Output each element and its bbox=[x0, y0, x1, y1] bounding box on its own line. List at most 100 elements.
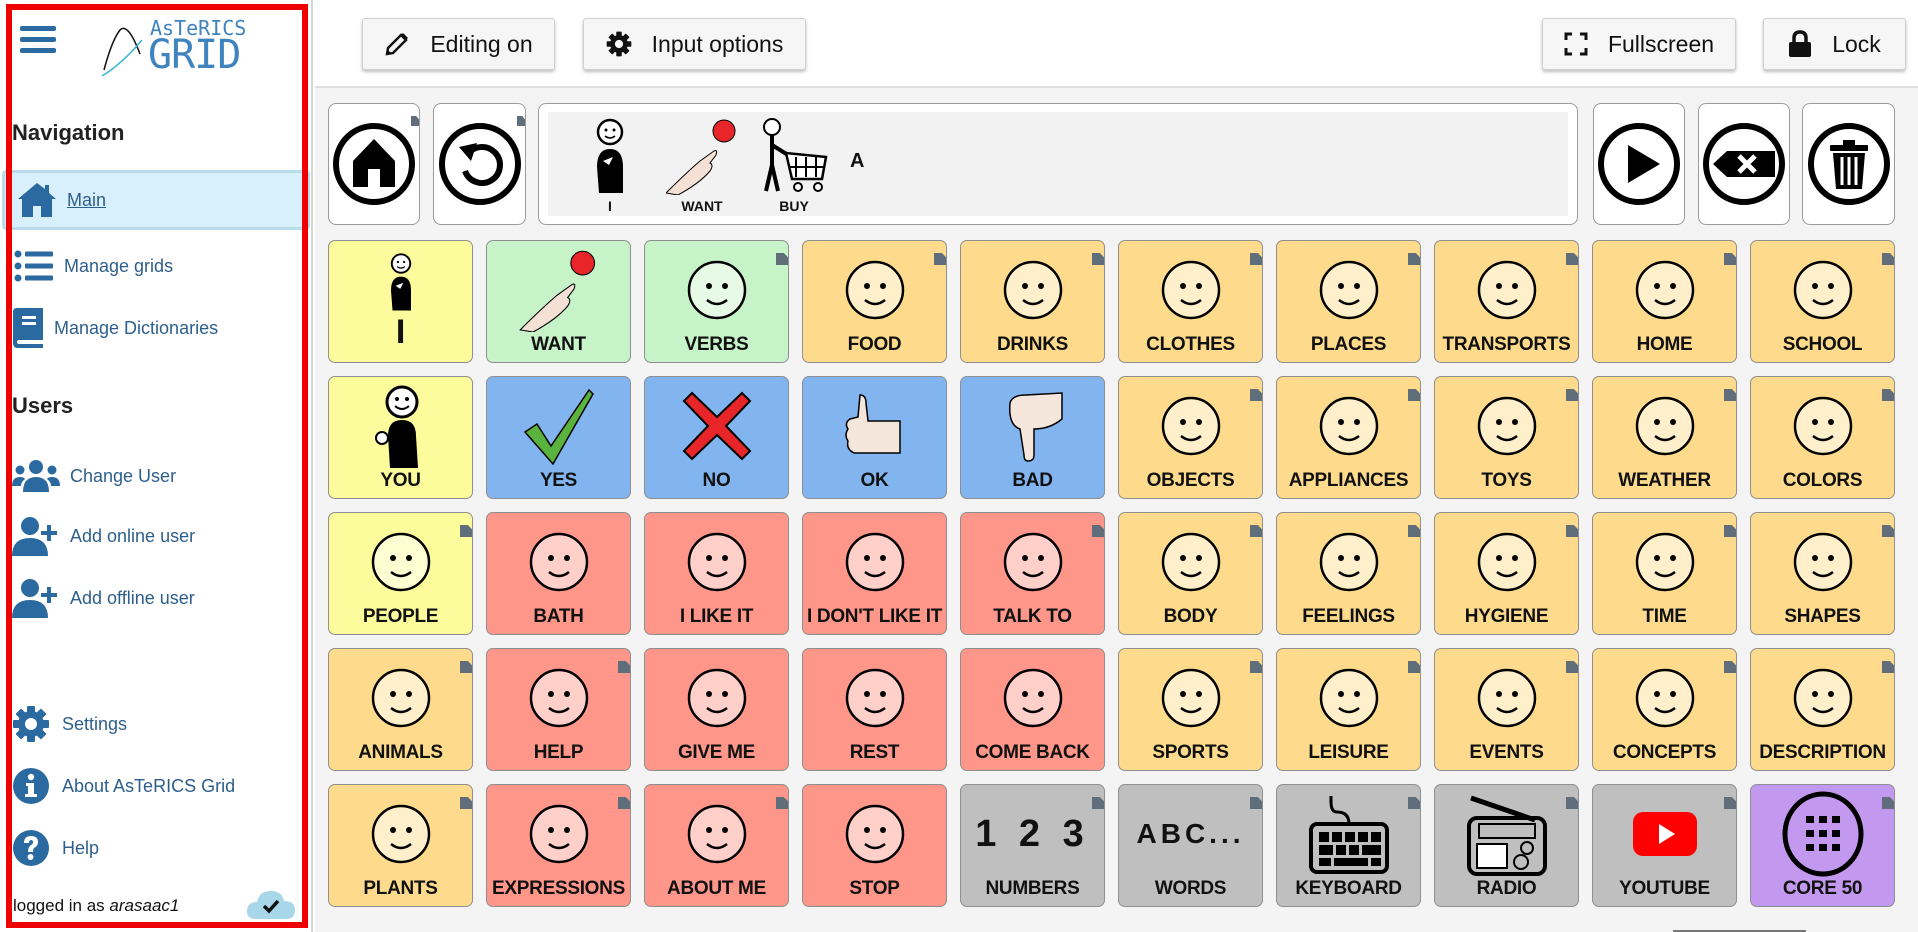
grid-cell-clothes[interactable]: CLOTHES bbox=[1118, 240, 1263, 363]
menu-toggle-button[interactable] bbox=[20, 24, 56, 56]
grid-cell-no[interactable]: NO bbox=[644, 376, 789, 499]
sidebar-item-about[interactable]: About AsTeRICS Grid bbox=[12, 766, 235, 806]
pencil-icon bbox=[385, 33, 409, 56]
fullscreen-button[interactable]: Fullscreen bbox=[1542, 18, 1736, 70]
grid-cell-plants[interactable]: PLANTS bbox=[328, 784, 473, 907]
pictogram-like-icon bbox=[655, 519, 778, 605]
grid-cell-transports[interactable]: TRANSPORTS bbox=[1434, 240, 1579, 363]
back-button[interactable] bbox=[433, 103, 526, 225]
users-icon bbox=[12, 456, 60, 496]
grid-cell-i[interactable]: I bbox=[328, 240, 473, 363]
grid-cell-rest[interactable]: REST bbox=[802, 648, 947, 771]
pictogram-keyboard-icon bbox=[1287, 791, 1410, 877]
grid-cell-concepts[interactable]: CONCEPTS bbox=[1592, 648, 1737, 771]
folder-marker-icon bbox=[1724, 797, 1736, 809]
pictogram-places-icon bbox=[1287, 247, 1410, 333]
grid-cell-bath[interactable]: BATH bbox=[486, 512, 631, 635]
grid-cell-body[interactable]: BODY bbox=[1118, 512, 1263, 635]
pictogram-want-icon bbox=[662, 116, 742, 196]
grid-cell-stop[interactable]: STOP bbox=[802, 784, 947, 907]
grid-cell-food[interactable]: FOOD bbox=[802, 240, 947, 363]
folder-marker-icon bbox=[1250, 253, 1262, 265]
grid-cell-description[interactable]: DESCRIPTION bbox=[1750, 648, 1895, 771]
grid-cell-come-back[interactable]: COME BACK bbox=[960, 648, 1105, 771]
home-button[interactable] bbox=[328, 103, 420, 225]
grid-cell-leisure[interactable]: LEISURE bbox=[1276, 648, 1421, 771]
grid-cell-label: STOP bbox=[849, 878, 900, 899]
pictogram-plants-icon bbox=[339, 791, 462, 877]
folder-marker-icon bbox=[1566, 797, 1578, 809]
grid-cell-label: CORE 50 bbox=[1782, 878, 1863, 899]
grid-cell-want[interactable]: WANT bbox=[486, 240, 631, 363]
grid-cell-keyboard[interactable]: KEYBOARD bbox=[1276, 784, 1421, 907]
grid-cell-give-me[interactable]: GIVE ME bbox=[644, 648, 789, 771]
speak-button[interactable] bbox=[1593, 103, 1685, 225]
pictogram-appliances-icon bbox=[1287, 383, 1410, 469]
sentence-bar[interactable]: I WANT BUY A bbox=[538, 103, 1578, 225]
editing-toggle-button[interactable]: Editing on bbox=[362, 18, 555, 70]
sidebar-item-add-offline-user[interactable]: Add offline user bbox=[12, 578, 195, 618]
grid-cell-help[interactable]: HELP bbox=[486, 648, 631, 771]
grid-cell-weather[interactable]: WEATHER bbox=[1592, 376, 1737, 499]
grid-cell-hygiene[interactable]: HYGIENE bbox=[1434, 512, 1579, 635]
grid-cell-people[interactable]: PEOPLE bbox=[328, 512, 473, 635]
sidebar-item-label: Settings bbox=[62, 713, 128, 734]
grid-cell-radio[interactable]: RADIO bbox=[1434, 784, 1579, 907]
sidebar-item-add-online-user[interactable]: Add online user bbox=[12, 516, 195, 556]
sidebar-item-manage-dictionaries[interactable]: Manage Dictionaries bbox=[12, 308, 218, 348]
grid-cell-expressions[interactable]: EXPRESSIONS bbox=[486, 784, 631, 907]
grid-cell-colors[interactable]: COLORS bbox=[1750, 376, 1895, 499]
grid-cell-bad[interactable]: BAD bbox=[960, 376, 1105, 499]
grid-cell-i-like-it[interactable]: I LIKE IT bbox=[644, 512, 789, 635]
grid-cell-words[interactable]: ABC... WORDS bbox=[1118, 784, 1263, 907]
grid-cell-sports[interactable]: SPORTS bbox=[1118, 648, 1263, 771]
folder-marker-icon bbox=[1724, 661, 1736, 673]
grid-cell-label: I DON'T LIKE IT bbox=[806, 606, 943, 627]
grid-cell-talk-to[interactable]: TALK TO bbox=[960, 512, 1105, 635]
sidebar-item-main[interactable]: Main bbox=[2, 170, 310, 230]
grid-cell-label: VERBS bbox=[684, 334, 749, 355]
grid-cell-verbs[interactable]: VERBS bbox=[644, 240, 789, 363]
grid-cell-i-don-t-like-it[interactable]: I DON'T LIKE IT bbox=[802, 512, 947, 635]
sidebar-item-change-user[interactable]: Change User bbox=[12, 456, 176, 496]
grid-cell-yes[interactable]: YES bbox=[486, 376, 631, 499]
sync-status-button[interactable] bbox=[246, 886, 296, 920]
grid-cell-places[interactable]: PLACES bbox=[1276, 240, 1421, 363]
grid-cell-animals[interactable]: ANIMALS bbox=[328, 648, 473, 771]
grid-cell-label: COLORS bbox=[1782, 470, 1863, 491]
grid-cell-school[interactable]: SCHOOL bbox=[1750, 240, 1895, 363]
input-options-button[interactable]: Input options bbox=[583, 18, 806, 70]
clear-button[interactable] bbox=[1802, 103, 1895, 225]
grid-cell-label: ANIMALS bbox=[358, 742, 443, 763]
info-icon bbox=[12, 766, 50, 806]
folder-marker-icon bbox=[934, 253, 946, 265]
grid-cell-numbers[interactable]: 1 2 3 NUMBERS bbox=[960, 784, 1105, 907]
grid-cell-core-50[interactable]: CORE 50 bbox=[1750, 784, 1895, 907]
lock-button[interactable]: Lock bbox=[1763, 18, 1906, 70]
sidebar-item-manage-grids[interactable]: Manage grids bbox=[12, 246, 173, 286]
backspace-button[interactable] bbox=[1698, 103, 1790, 225]
grid-cell-label: OK bbox=[860, 470, 889, 491]
grid-cell-events[interactable]: EVENTS bbox=[1434, 648, 1579, 771]
grid-cell-objects[interactable]: OBJECTS bbox=[1118, 376, 1263, 499]
grid-cell-label: SHAPES bbox=[1784, 606, 1861, 627]
grid-cell-feelings[interactable]: FEELINGS bbox=[1276, 512, 1421, 635]
grid-cell-shapes[interactable]: SHAPES bbox=[1750, 512, 1895, 635]
grid-cell-time[interactable]: TIME bbox=[1592, 512, 1737, 635]
sidebar-item-help[interactable]: Help bbox=[12, 828, 99, 868]
grid-cell-toys[interactable]: TOYS bbox=[1434, 376, 1579, 499]
grid-cell-appliances[interactable]: APPLIANCES bbox=[1276, 376, 1421, 499]
back-circle-icon bbox=[438, 123, 521, 205]
grid-cell-label: I bbox=[395, 313, 406, 351]
grid-cell-youtube[interactable]: YOUTUBE bbox=[1592, 784, 1737, 907]
grid-cell-you[interactable]: YOU bbox=[328, 376, 473, 499]
app-logo[interactable]: AsTeRICS GRID bbox=[98, 16, 258, 78]
input-options-label: Input options bbox=[651, 30, 784, 57]
grid-cell-drinks[interactable]: DRINKS bbox=[960, 240, 1105, 363]
folder-marker-icon bbox=[1250, 661, 1262, 673]
list-icon bbox=[12, 246, 56, 286]
grid-cell-home[interactable]: HOME bbox=[1592, 240, 1737, 363]
grid-cell-ok[interactable]: OK bbox=[802, 376, 947, 499]
grid-cell-about-me[interactable]: ABOUT ME bbox=[644, 784, 789, 907]
sidebar-item-settings[interactable]: Settings bbox=[12, 704, 127, 744]
